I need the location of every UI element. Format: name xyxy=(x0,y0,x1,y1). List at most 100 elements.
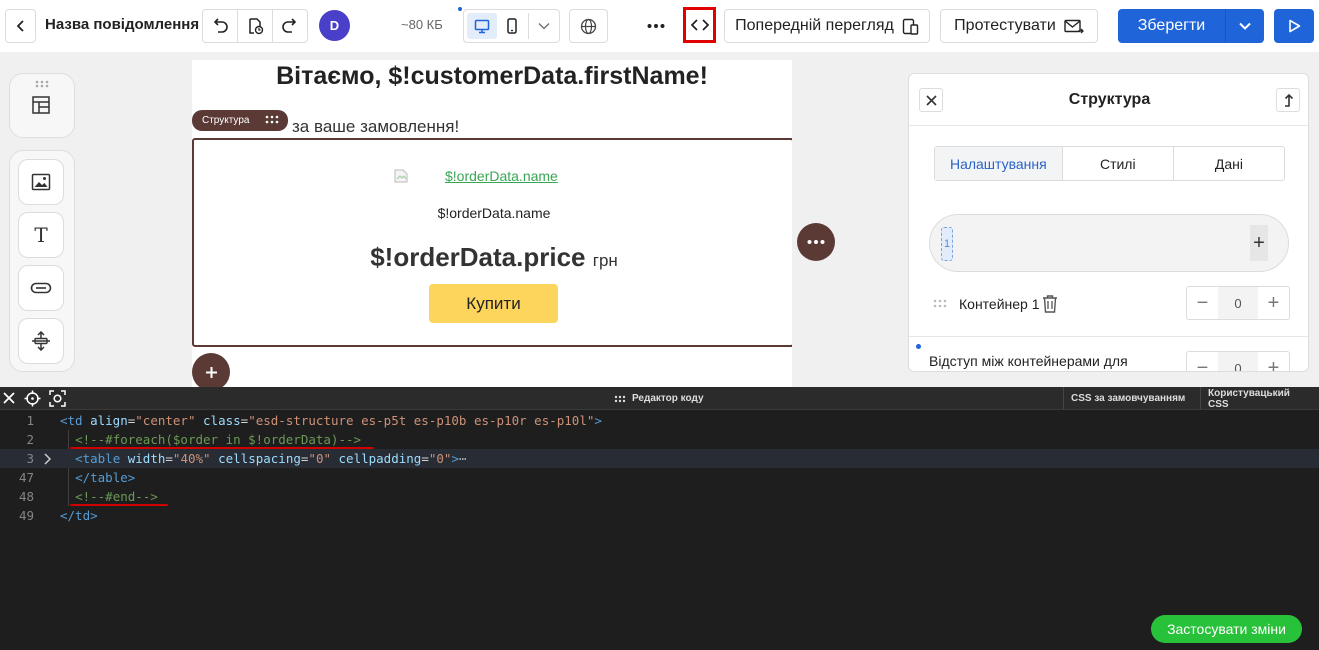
drag-grip-icon[interactable] xyxy=(933,299,947,308)
selected-structure[interactable]: $!orderData.name $!orderData.name $!orde… xyxy=(192,138,792,347)
undo-button[interactable] xyxy=(202,9,238,43)
device-dropdown[interactable] xyxy=(528,13,558,39)
email-canvas: Вітаємо, $!customerData.firstName! за ва… xyxy=(192,60,792,387)
chevron-left-icon xyxy=(16,20,24,32)
product-price[interactable]: $!orderData.price грн xyxy=(194,242,792,273)
spacing-value[interactable]: 0 xyxy=(1218,352,1258,371)
custom-css-tab[interactable]: Користувацький CSS xyxy=(1200,387,1319,410)
tab-settings[interactable]: Налаштування xyxy=(935,147,1063,180)
code-editor-button[interactable] xyxy=(683,7,716,43)
container-label: Контейнер 1 xyxy=(959,296,1040,312)
more-button[interactable] xyxy=(638,9,674,43)
code-editor: Редактор коду CSS за замовчуванням Корис… xyxy=(0,387,1319,650)
structure-menu-button[interactable] xyxy=(797,223,835,261)
panel-tabs: Налаштування Стилі Дані xyxy=(934,146,1285,181)
save-button[interactable]: Зберегти xyxy=(1118,9,1225,43)
message-title[interactable]: Назва повідомлення xyxy=(45,16,199,33)
container-chip[interactable]: 1 xyxy=(941,227,953,261)
document-history-icon xyxy=(249,18,264,35)
send-mail-icon xyxy=(1064,19,1084,33)
arrow-up-icon xyxy=(1284,93,1294,107)
decrement-button[interactable]: − xyxy=(1187,352,1218,372)
code-line[interactable]: 3 <table width="40%" cellspacing="0" cel… xyxy=(0,449,1319,468)
desktop-view-button[interactable] xyxy=(467,13,497,39)
code-line[interactable]: 48 <!--#end--> xyxy=(0,487,1319,506)
structure-tag-label: Структура xyxy=(202,115,250,126)
default-css-tab[interactable]: CSS за замовчуванням xyxy=(1063,387,1192,410)
test-label: Протестувати xyxy=(954,17,1056,34)
container-stepper: − 0 + xyxy=(1186,286,1290,320)
panel-header: Структура xyxy=(909,74,1308,126)
line-number: 1 xyxy=(26,413,34,428)
decrement-button[interactable]: − xyxy=(1187,287,1218,319)
editor-title[interactable]: Редактор коду xyxy=(614,393,704,404)
select-parent-button[interactable] xyxy=(1276,88,1300,112)
buy-button[interactable]: Купити xyxy=(429,284,558,323)
send-play-button[interactable] xyxy=(1274,9,1314,43)
line-number: 48 xyxy=(18,489,34,504)
close-icon[interactable] xyxy=(2,390,16,406)
avatar[interactable]: D xyxy=(319,10,350,41)
drag-grip-icon[interactable] xyxy=(265,115,279,124)
image-alt-text: $!orderData.name xyxy=(445,168,558,184)
fold-chevron-icon[interactable] xyxy=(43,449,52,470)
divider xyxy=(909,336,1308,337)
text-block-tool[interactable]: T xyxy=(18,212,64,258)
price-currency: грн xyxy=(592,251,618,270)
structures-tool[interactable] xyxy=(31,95,51,120)
code-text: <td align="center" class="esd-structure … xyxy=(60,413,602,428)
focus-icon[interactable] xyxy=(49,390,66,407)
undo-icon xyxy=(213,18,228,33)
thanks-text[interactable]: за ваше замовлення! xyxy=(292,117,459,137)
preview-button[interactable]: Попередній перегляд xyxy=(724,9,930,43)
product-image-link[interactable]: $!orderData.name xyxy=(394,168,558,184)
history-button[interactable] xyxy=(237,9,273,43)
button-block-tool[interactable] xyxy=(18,265,64,311)
image-block-tool[interactable] xyxy=(18,159,64,205)
button-icon xyxy=(30,282,52,294)
code-area[interactable]: 1 <td align="center" class="esd-structure… xyxy=(0,411,1319,525)
add-container-button[interactable]: + xyxy=(1250,225,1268,261)
save-options-button[interactable] xyxy=(1225,9,1264,43)
language-button[interactable] xyxy=(569,9,608,43)
tab-data[interactable]: Дані xyxy=(1174,147,1284,180)
blocks-panel: T xyxy=(9,150,75,372)
price-value: $!orderData.price xyxy=(370,242,586,272)
play-icon xyxy=(1288,19,1300,33)
crosshair-icon[interactable] xyxy=(24,390,41,407)
code-line[interactable]: 47 </table> xyxy=(0,468,1319,487)
editor-title-label: Редактор коду xyxy=(632,393,704,404)
spacing-label: Відступ між контейнерами для xyxy=(929,353,1128,369)
more-horizontal-icon xyxy=(807,240,825,244)
device-switcher xyxy=(463,9,560,43)
structure-settings-panel: Структура Налаштування Стилі Дані 1 + Ко… xyxy=(908,73,1309,372)
mobile-icon xyxy=(507,18,517,34)
structure-tag[interactable]: Структура xyxy=(192,110,288,131)
chevron-down-icon xyxy=(537,22,550,30)
add-structure-button[interactable] xyxy=(192,353,230,391)
apply-changes-button[interactable]: Застосувати зміни xyxy=(1151,615,1302,643)
test-button[interactable]: Протестувати xyxy=(940,9,1098,43)
product-name[interactable]: $!orderData.name xyxy=(194,205,792,221)
layout-icon xyxy=(32,96,50,114)
redo-button[interactable] xyxy=(272,9,308,43)
code-icon xyxy=(690,19,709,31)
line-number: 3 xyxy=(26,451,34,466)
spacer-icon xyxy=(32,331,50,351)
greeting-heading[interactable]: Вітаємо, $!customerData.firstName! xyxy=(192,62,792,91)
tab-styles[interactable]: Стилі xyxy=(1063,147,1174,180)
spacer-block-tool[interactable] xyxy=(18,318,64,364)
editor-toolbar: Редактор коду CSS за замовчуванням Корис… xyxy=(0,387,1319,410)
code-line[interactable]: 49 </td> xyxy=(0,506,1319,525)
line-number: 49 xyxy=(18,508,34,523)
code-line[interactable]: 1 <td align="center" class="esd-structure… xyxy=(0,411,1319,430)
back-button[interactable] xyxy=(5,9,36,43)
top-toolbar: Назва повідомлення D ~80 КБ Попередній п… xyxy=(0,0,1319,52)
trash-icon[interactable] xyxy=(1042,294,1058,313)
mobile-view-button[interactable] xyxy=(497,13,527,39)
more-horizontal-icon xyxy=(647,24,665,28)
increment-button[interactable]: + xyxy=(1258,352,1289,372)
increment-button[interactable]: + xyxy=(1258,287,1289,319)
preview-device-icon xyxy=(902,18,919,35)
container-value[interactable]: 0 xyxy=(1218,287,1258,319)
